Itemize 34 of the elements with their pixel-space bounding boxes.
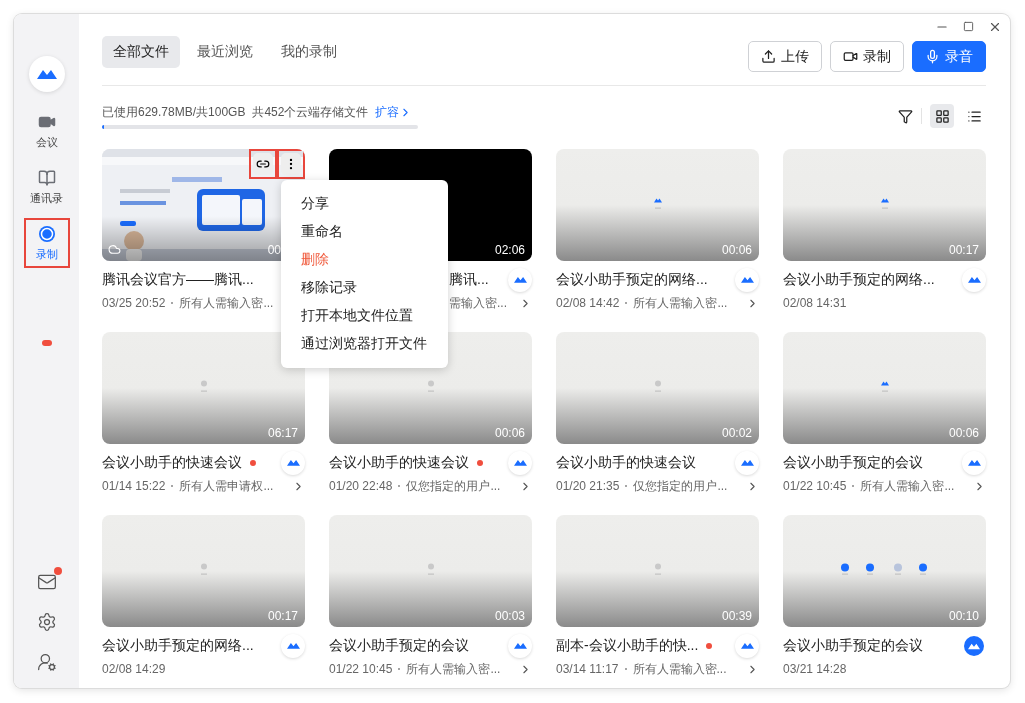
duration: 00:39: [721, 609, 752, 623]
recording-date: 03/14 11:17: [556, 662, 619, 676]
duration: 00: [267, 243, 281, 257]
duration: 00:10: [948, 609, 979, 623]
duration: 00:03: [494, 609, 525, 623]
recording-date: 02/08 14:31: [783, 296, 847, 310]
recording-date: 01/20 22:48: [329, 479, 393, 493]
recording-date: 01/22 10:45: [783, 479, 847, 493]
duration: 00:17: [267, 609, 298, 623]
duration: 00:02: [721, 426, 752, 440]
access-setting: 所有人需输入密...: [860, 477, 955, 495]
access-setting: 所有人需输入密...: [406, 660, 501, 678]
access-setting: 仅您指定的用户...: [633, 477, 728, 495]
recording-date: 02/08 14:29: [102, 662, 166, 676]
duration: 00:06: [721, 243, 752, 257]
recording-date: 01/14 15:22: [102, 479, 166, 493]
access-setting: 仅您指定的用户...: [406, 477, 501, 495]
duration: 00:06: [494, 426, 525, 440]
file-count: 共452个云端存储文件: [252, 103, 369, 121]
recording-date: 01/20 21:35: [556, 479, 620, 493]
duration: 02:06: [494, 243, 525, 257]
recording-date: 02/08 14:42: [556, 296, 620, 310]
duration: 00:06: [948, 426, 979, 440]
recording-date: 03/21 14:28: [783, 662, 847, 676]
duration: 06:17: [267, 426, 298, 440]
duration: 00:17: [948, 243, 979, 257]
access-setting: 需输入密...: [449, 294, 507, 312]
access-setting: 所有人需输入密...: [632, 660, 727, 678]
recording-date: 03/25 20:52: [102, 296, 166, 310]
storage-usage: 已使用629.78MB/共100GB: [102, 103, 246, 121]
access-setting: 所有人需输入密...: [179, 294, 274, 312]
access-setting: 所有人需输入密...: [633, 294, 728, 312]
access-setting: 所有人需申请权...: [179, 477, 274, 495]
recording-date: 01/22 10:45: [329, 662, 393, 676]
